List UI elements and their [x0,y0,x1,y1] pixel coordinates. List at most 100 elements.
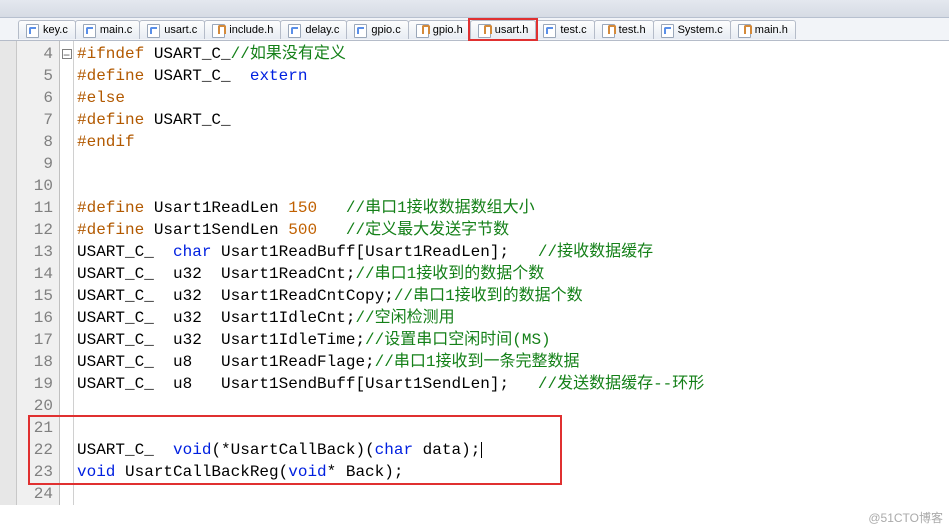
line-number: 16 [17,307,59,329]
line-number: 23 [17,461,59,483]
token-id: Usart1SendLen [144,221,288,239]
line-number: 18 [17,351,59,373]
fold-marker [60,131,73,153]
token-pre: #define [77,67,144,85]
fold-marker [60,87,73,109]
c-file-icon [83,23,96,37]
token-pre: #define [77,221,144,239]
fold-marker [60,395,73,417]
token-pre: #ifndef [77,45,144,63]
line-number: 11 [17,197,59,219]
tab-test-c[interactable]: test.c [535,20,594,39]
line-number: 8 [17,131,59,153]
code-line[interactable]: USART_C_ u32 Usart1IdleTime;//设置串口空闲时间(M… [77,329,949,351]
code-line[interactable]: USART_C_ u32 Usart1IdleCnt;//空闲检测用 [77,307,949,329]
tab-main-h[interactable]: main.h [730,20,796,39]
code-area[interactable]: #ifndef USART_C_//如果没有定义#define USART_C_… [74,41,949,505]
tab-usart-h[interactable]: usart.h [470,20,537,39]
code-line[interactable] [77,483,949,505]
c-file-icon [661,23,674,37]
code-line[interactable]: #define Usart1SendLen 500 //定义最大发送字节数 [77,219,949,241]
token-id: UsartCallBackReg( [115,463,288,481]
line-number: 12 [17,219,59,241]
token-com: //串口1接收到的数据个数 [355,265,544,283]
h-file-icon [602,23,615,37]
token-id [317,221,346,239]
code-line[interactable]: #define USART_C_ [77,109,949,131]
tab-gpio-c[interactable]: gpio.c [346,20,408,39]
line-number: 9 [17,153,59,175]
token-com: //串口1接收到的数据个数 [394,287,583,305]
code-line[interactable]: #ifndef USART_C_//如果没有定义 [77,43,949,65]
tab-delay-c[interactable]: delay.c [280,20,347,39]
token-id: USART_C_ u32 Usart1ReadCnt; [77,265,355,283]
token-id: USART_C_ u32 Usart1IdleTime; [77,331,365,349]
code-line[interactable] [77,417,949,439]
line-number: 20 [17,395,59,417]
code-line[interactable] [77,175,949,197]
tab-usart-c[interactable]: usart.c [139,20,205,39]
token-pre: #endif [77,133,135,151]
code-line[interactable]: USART_C_ u32 Usart1ReadCnt;//串口1接收到的数据个数 [77,263,949,285]
fold-marker [60,263,73,285]
h-file-icon [416,23,429,37]
code-line[interactable]: #define Usart1ReadLen 150 //串口1接收数据数组大小 [77,197,949,219]
tab-label: main.h [755,24,788,36]
tab-key-c[interactable]: key.c [18,20,76,39]
token-id: USART_C_ [144,67,240,85]
token-id: USART_C_ u32 Usart1IdleCnt; [77,309,355,327]
fold-marker [60,461,73,483]
fold-marker [60,219,73,241]
fold-marker [60,483,73,505]
line-number: 4 [17,43,59,65]
tab-main-c[interactable]: main.c [75,20,140,39]
token-id: Usart1ReadLen [144,199,288,217]
tab-include-h[interactable]: include.h [204,20,281,39]
fold-marker [60,307,73,329]
token-pre: #else [77,89,125,107]
line-number: 10 [17,175,59,197]
code-line[interactable]: USART_C_ u8 Usart1SendBuff[Usart1SendLen… [77,373,949,395]
token-com: //串口1接收数据数组大小 [346,199,535,217]
tab-label: System.c [678,24,723,36]
code-line[interactable]: USART_C_ u8 Usart1ReadFlage;//串口1接收到一条完整… [77,351,949,373]
code-line[interactable]: USART_C_ void(*UsartCallBack)(char data)… [77,439,949,461]
text-caret [481,442,482,458]
fold-marker[interactable] [60,43,73,65]
fold-gutter [60,41,74,505]
line-number: 24 [17,483,59,505]
tab-label: delay.c [305,24,339,36]
tab-gpio-h[interactable]: gpio.h [408,20,471,39]
tab-test-h[interactable]: test.h [594,20,654,39]
code-line[interactable]: void UsartCallBackReg(void* Back); [77,461,949,483]
marker-gutter [0,41,17,505]
token-id: data); [413,441,480,459]
code-editor: 456789101112131415161718192021222324 #if… [0,41,949,505]
code-line[interactable]: #define USART_C_ extern [77,65,949,87]
fold-marker [60,417,73,439]
code-line[interactable]: USART_C_ u32 Usart1ReadCntCopy;//串口1接收到的… [77,285,949,307]
fold-marker [60,241,73,263]
token-id: USART_C_ u8 Usart1ReadFlage; [77,353,375,371]
watermark: @51CTO博客 [868,509,943,526]
token-kw: char [375,441,413,459]
token-com: //空闲检测用 [355,309,454,327]
code-line[interactable] [77,395,949,417]
code-line[interactable] [77,153,949,175]
fold-marker [60,197,73,219]
token-com: //设置串口空闲时间(MS) [365,331,551,349]
code-line[interactable]: #endif [77,131,949,153]
tab-label: gpio.c [371,24,400,36]
token-com: //接收数据缓存 [538,243,653,261]
tab-label: usart.h [495,24,529,36]
tab-System-c[interactable]: System.c [653,20,731,39]
tab-label: gpio.h [433,24,463,36]
code-line[interactable]: USART_C_ char Usart1ReadBuff[Usart1ReadL… [77,241,949,263]
code-line[interactable]: #else [77,87,949,109]
fold-marker [60,373,73,395]
token-pre: #define [77,199,144,217]
line-number: 13 [17,241,59,263]
fold-marker [60,153,73,175]
fold-marker [60,329,73,351]
token-id [317,199,346,217]
